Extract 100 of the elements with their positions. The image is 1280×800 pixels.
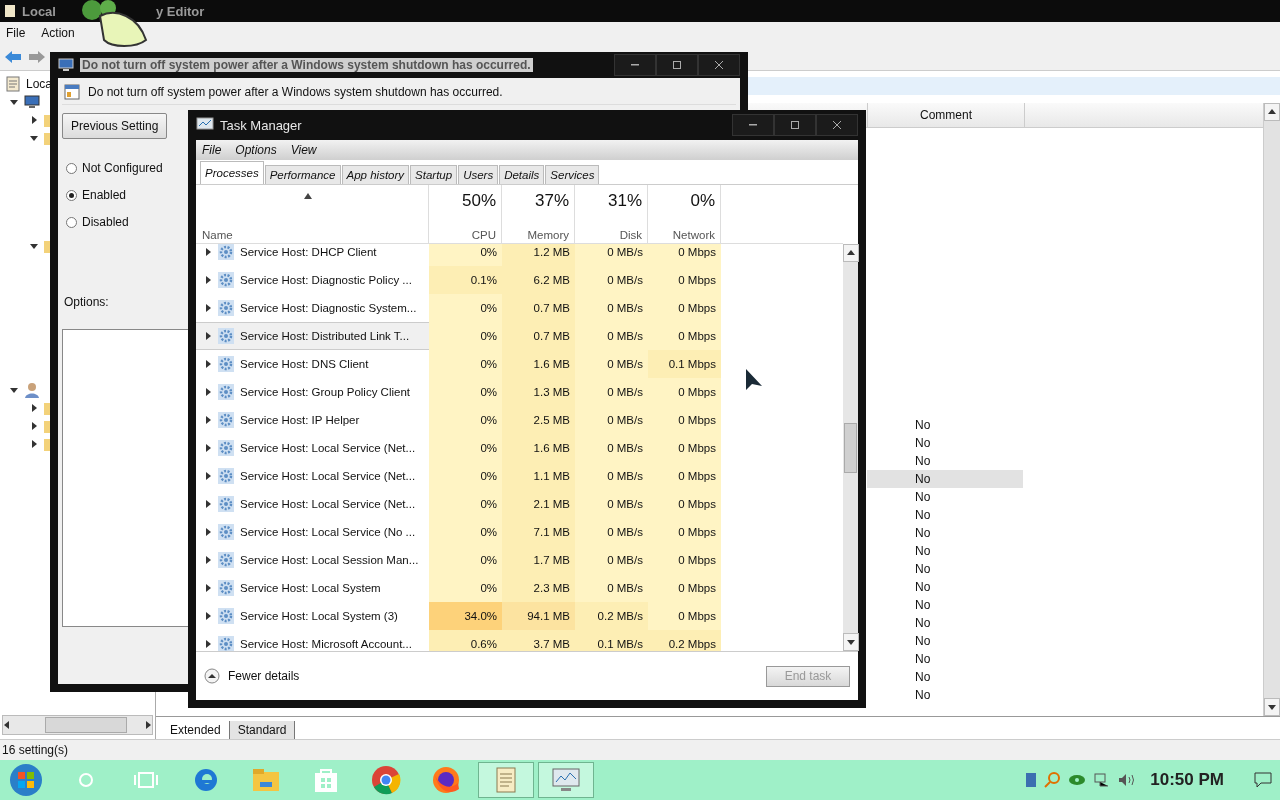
close-icon bbox=[715, 61, 723, 69]
table-cell: 0 MB/s bbox=[575, 518, 648, 546]
gear-icon bbox=[218, 608, 234, 624]
circle-icon bbox=[78, 772, 94, 788]
expand-arrow-icon[interactable] bbox=[204, 612, 212, 620]
search-icon bbox=[1044, 772, 1061, 788]
table-cell: 1.7 MB bbox=[502, 546, 575, 574]
usage-total: 31% bbox=[607, 191, 642, 211]
expand-arrow-icon[interactable] bbox=[30, 404, 38, 412]
expand-arrow-icon[interactable] bbox=[204, 332, 212, 340]
expand-arrow-icon[interactable] bbox=[204, 276, 212, 284]
gear-icon bbox=[218, 384, 234, 400]
scroll-down-icon bbox=[1268, 703, 1276, 711]
task-view-icon bbox=[134, 771, 158, 789]
column-header[interactable]: Name bbox=[202, 229, 428, 241]
menu-item[interactable]: Action bbox=[41, 26, 75, 40]
table-cell: 0 Mbps bbox=[648, 546, 721, 574]
radio-label: Enabled bbox=[82, 188, 127, 202]
sort-arrow-icon[interactable] bbox=[304, 193, 312, 199]
table-cell: 0 Mbps bbox=[648, 378, 721, 406]
expand-arrow-icon[interactable] bbox=[204, 416, 212, 424]
radio-button[interactable] bbox=[66, 189, 77, 201]
process-row[interactable]: Service Host: Distributed Link T... bbox=[196, 322, 429, 350]
table-cell: 0% bbox=[429, 434, 502, 462]
expand-arrow-icon[interactable] bbox=[204, 304, 212, 312]
expand-arrow-icon[interactable] bbox=[204, 388, 212, 396]
expand-arrow-icon[interactable] bbox=[204, 472, 212, 480]
clock: 10:50 PM bbox=[1150, 770, 1224, 790]
menu-item[interactable]: View bbox=[290, 143, 317, 157]
table-cell: 6.2 MB bbox=[502, 266, 575, 294]
window-title: Local bbox=[22, 3, 56, 19]
gear-icon bbox=[218, 356, 234, 372]
scrollbar-thumb[interactable] bbox=[844, 422, 857, 473]
radio-button[interactable] bbox=[66, 216, 77, 228]
table-cell: 94.1 MB bbox=[502, 602, 575, 630]
tab[interactable]: App history bbox=[341, 165, 410, 184]
view-tab[interactable]: Standard bbox=[229, 721, 296, 739]
usage-total: 37% bbox=[534, 191, 569, 211]
gear-icon bbox=[218, 412, 234, 428]
fewer-details-button[interactable]: Fewer details bbox=[204, 668, 300, 684]
maximize-button[interactable] bbox=[656, 54, 698, 76]
collapse-arrow-icon[interactable] bbox=[30, 134, 38, 142]
expand-arrow-icon[interactable] bbox=[30, 422, 38, 430]
table-cell: 0 MB/s bbox=[575, 322, 648, 350]
gear-icon bbox=[218, 440, 234, 456]
table-cell: 0 Mbps bbox=[648, 490, 721, 518]
expand-arrow-icon[interactable] bbox=[204, 360, 212, 368]
table-cell: 0 MB/s bbox=[575, 462, 648, 490]
previous-setting-button[interactable]: Previous Setting bbox=[62, 113, 168, 139]
radio-label: Not Configured bbox=[82, 161, 163, 175]
menu-item[interactable]: File bbox=[202, 143, 222, 157]
table-cell: 0.2 MB/s bbox=[575, 602, 648, 630]
table-cell: 0.7 MB bbox=[502, 322, 575, 350]
folder-icon bbox=[44, 113, 50, 127]
vertical-scrollbar[interactable] bbox=[843, 244, 858, 651]
column-header[interactable]: CPU bbox=[471, 229, 496, 241]
column-header[interactable]: Comment bbox=[868, 103, 1025, 127]
expand-arrow-icon[interactable] bbox=[204, 528, 212, 536]
tab[interactable]: Services bbox=[545, 165, 600, 184]
radio-button[interactable] bbox=[66, 162, 77, 174]
vertical-scrollbar[interactable] bbox=[1263, 103, 1280, 716]
taskbar-button[interactable] bbox=[538, 762, 594, 798]
minimize-icon bbox=[631, 64, 639, 66]
display-icon bbox=[1026, 773, 1037, 787]
table-cell: 0 Mbps bbox=[648, 322, 721, 350]
table-cell: 0 Mbps bbox=[648, 266, 721, 294]
table-cell: 0 MB/s bbox=[575, 546, 648, 574]
expand-arrow-icon[interactable] bbox=[30, 440, 38, 448]
notification-icon[interactable] bbox=[1254, 772, 1272, 788]
expand-arrow-icon[interactable] bbox=[204, 640, 212, 648]
expand-arrow-icon[interactable] bbox=[204, 556, 212, 564]
expand-arrow-icon[interactable] bbox=[204, 248, 212, 256]
collapse-arrow-icon[interactable] bbox=[10, 98, 18, 106]
menu-item[interactable]: Options bbox=[235, 143, 277, 157]
expand-arrow-icon[interactable] bbox=[204, 444, 212, 452]
back-arrow-icon[interactable] bbox=[4, 50, 22, 64]
tab[interactable]: Performance bbox=[264, 165, 341, 184]
collapse-arrow-icon[interactable] bbox=[30, 242, 38, 250]
horizontal-scrollbar[interactable] bbox=[2, 715, 153, 735]
expand-arrow-icon[interactable] bbox=[204, 584, 212, 592]
tab[interactable]: Details bbox=[499, 165, 545, 184]
column-header[interactable]: Network bbox=[672, 229, 715, 241]
start-button[interactable] bbox=[8, 762, 44, 798]
table-cell: 0 MB/s bbox=[575, 266, 648, 294]
maximize-button[interactable] bbox=[774, 114, 816, 136]
collapse-arrow-icon[interactable] bbox=[10, 386, 18, 394]
table-cell: No bbox=[867, 470, 1023, 488]
tab[interactable]: Startup bbox=[410, 165, 458, 184]
menu-item[interactable]: File bbox=[6, 26, 26, 40]
table-cell: 0% bbox=[429, 490, 502, 518]
tab[interactable]: Processes bbox=[200, 161, 264, 184]
expand-arrow-icon[interactable] bbox=[30, 116, 38, 124]
expand-arrow-icon[interactable] bbox=[204, 500, 212, 508]
table-cell: 1.6 MB bbox=[502, 434, 575, 462]
column-header[interactable]: Disk bbox=[619, 229, 642, 241]
gear-icon bbox=[218, 272, 234, 288]
table-cell: 0 Mbps bbox=[648, 602, 721, 630]
table-cell: 0.1 Mbps bbox=[648, 350, 721, 378]
tab[interactable]: Users bbox=[458, 165, 499, 184]
column-header[interactable]: Memory bbox=[527, 229, 569, 241]
